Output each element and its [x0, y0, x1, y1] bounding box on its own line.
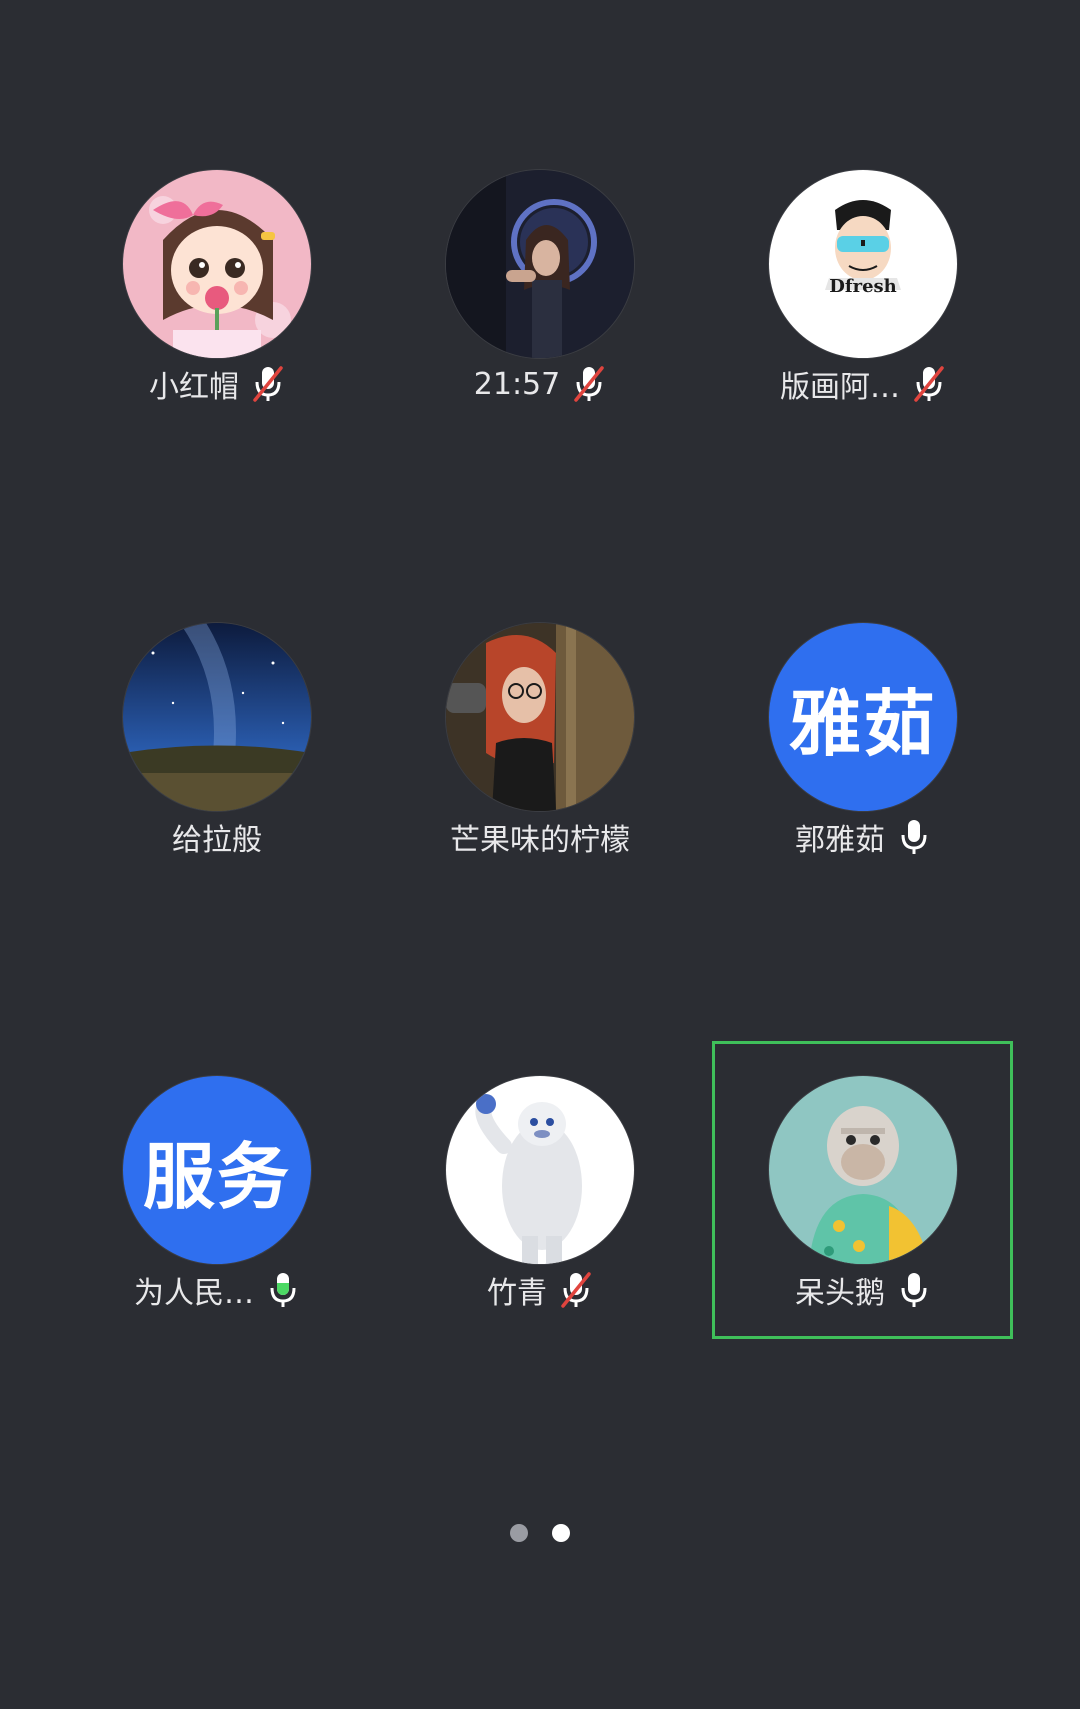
mic-icon	[897, 817, 931, 857]
participant-tile-0[interactable]: 小红帽	[57, 170, 377, 470]
text-avatar: 雅茹	[769, 623, 957, 811]
participant-label: 小红帽	[57, 362, 377, 406]
avatar: Dfresh	[769, 170, 957, 358]
mic-speaking-icon	[266, 1270, 300, 1310]
video-call-grid: 小红帽 21:57 Dfresh 版画阿… 给拉般 芒果味的柠檬 雅茹 郭雅茹 …	[0, 0, 1080, 1709]
avatar	[123, 623, 311, 811]
participant-label: 21:57	[380, 362, 700, 406]
participant-name: 版画阿…	[780, 370, 900, 405]
page-indicator[interactable]	[0, 1524, 1080, 1544]
mic-muted-icon	[912, 364, 946, 404]
participant-tile-7[interactable]: 竹青	[380, 1076, 700, 1376]
cartoon-man-sunglasses-avatar-icon: Dfresh	[769, 170, 957, 358]
starry-night-avatar-icon	[123, 623, 311, 811]
avatar: 雅茹	[769, 623, 957, 811]
mic-muted-icon	[251, 364, 285, 404]
participant-name: 郭雅茹	[795, 823, 885, 858]
participant-tile-4[interactable]: 芒果味的柠檬	[380, 623, 700, 923]
page-dot-2-active[interactable]	[552, 1524, 570, 1542]
woman-ring-light-avatar-icon	[446, 170, 634, 358]
participant-tile-3[interactable]: 给拉般	[57, 623, 377, 923]
participant-name: 小红帽	[149, 370, 239, 405]
avatar	[446, 1076, 634, 1264]
participant-label: 为人民…	[57, 1268, 377, 1312]
participant-label: 芒果味的柠檬	[380, 815, 700, 859]
participant-name: 竹青	[487, 1276, 547, 1311]
participant-name: 21:57	[473, 366, 561, 402]
mic-muted-icon	[572, 364, 606, 404]
participant-tile-5[interactable]: 雅茹 郭雅茹	[703, 623, 1023, 923]
participant-label: 竹青	[380, 1268, 700, 1312]
red-haired-woman-avatar-icon	[446, 623, 634, 811]
page-dot-1[interactable]	[510, 1524, 528, 1542]
text-avatar: 服务	[123, 1076, 311, 1264]
participant-label: 版画阿…	[703, 362, 1023, 406]
mic-muted-icon	[559, 1270, 593, 1310]
avatar	[446, 170, 634, 358]
participant-tile-2[interactable]: Dfresh 版画阿…	[703, 170, 1023, 470]
selected-participant-frame	[712, 1041, 1013, 1339]
white-yeti-avatar-icon	[446, 1076, 634, 1264]
participant-label: 郭雅茹	[703, 815, 1023, 859]
avatar	[123, 170, 311, 358]
participant-tile-6[interactable]: 服务 为人民…	[57, 1076, 377, 1376]
participant-label: 给拉般	[57, 815, 377, 859]
avatar	[446, 623, 634, 811]
cartoon-girl-avatar-icon	[123, 170, 311, 358]
participant-name: 给拉般	[172, 823, 262, 858]
participant-name: 芒果味的柠檬	[450, 823, 630, 858]
participant-name: 为人民…	[134, 1276, 254, 1311]
avatar: 服务	[123, 1076, 311, 1264]
dfresh-logo: Dfresh	[829, 276, 897, 297]
participant-tile-1[interactable]: 21:57	[380, 170, 700, 470]
